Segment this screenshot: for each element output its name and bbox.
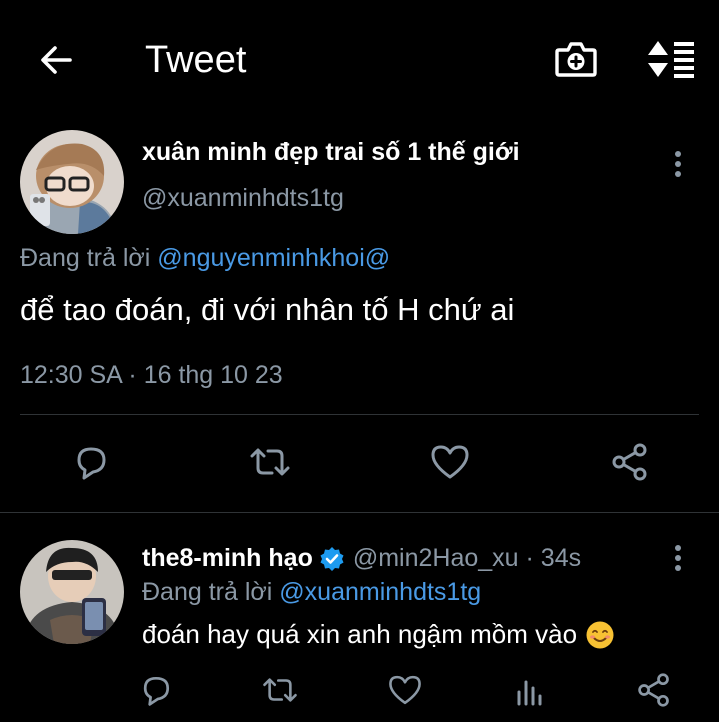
top-app-bar: Tweet (0, 0, 719, 118)
retweet-button[interactable] (248, 440, 292, 484)
like-button[interactable] (428, 440, 472, 484)
mention-link[interactable]: @nguyenminhkhoi@ (157, 244, 390, 272)
sort-button[interactable] (645, 37, 697, 81)
smiling-face-emoji-icon (585, 620, 615, 650)
avatar-photo-icon (20, 540, 124, 644)
share-icon (638, 673, 669, 707)
reply-button[interactable] (136, 670, 176, 710)
like-icon (431, 445, 469, 479)
author-name[interactable]: xuân minh đẹp trai số 1 thế giới (142, 138, 520, 167)
replying-to: Đang trả lời @nguyenminhkhoi@ (20, 244, 390, 273)
replying-prefix: Đang trả lời (20, 244, 151, 272)
more-vertical-icon (675, 545, 681, 571)
share-button[interactable] (634, 670, 674, 710)
replying-prefix: Đang trả lời (142, 578, 273, 606)
divider (20, 414, 699, 415)
author-name[interactable]: the8-minh hạo (142, 544, 313, 573)
mention-link[interactable]: @xuanminhdts1tg (279, 578, 481, 606)
tweet-timestamp[interactable]: 12:30 SA · 16 thg 10 23 (20, 361, 283, 390)
analytics-icon (517, 680, 542, 706)
retweet-icon (263, 678, 297, 702)
author-handle: @xuanminhdts1tg (142, 184, 344, 212)
divider (0, 512, 719, 513)
author-handle: @min2Hao_xu · 34s (352, 544, 582, 572)
like-icon (389, 675, 421, 705)
more-vertical-icon (675, 151, 681, 177)
sort-icon (648, 41, 694, 78)
more-options-button[interactable] (664, 144, 692, 184)
arrow-left-icon (41, 46, 72, 74)
back-button[interactable] (34, 38, 78, 82)
avatar-photo-icon (20, 130, 124, 234)
reply-header: the8-minh hạo @min2Hao_xu · 34s (142, 544, 581, 573)
tweet-text: để tao đoán, đi với nhân tố H chứ ai (20, 292, 515, 327)
camera-button[interactable] (553, 37, 599, 81)
verified-badge-icon (319, 546, 345, 572)
avatar[interactable] (20, 540, 124, 644)
replying-to: Đang trả lời @xuanminhdts1tg (142, 578, 481, 607)
more-options-button[interactable] (664, 538, 692, 578)
reply-button[interactable] (69, 440, 113, 484)
share-icon (612, 443, 647, 481)
reply-icon (77, 447, 106, 480)
page-title: Tweet (145, 39, 247, 81)
like-button[interactable] (385, 670, 425, 710)
retweet-icon (250, 448, 290, 476)
camera-add-icon (555, 42, 597, 77)
retweet-button[interactable] (260, 670, 300, 710)
reply-icon (143, 676, 170, 706)
analytics-button[interactable] (510, 670, 550, 710)
tweet-text: đoán hay quá xin anh ngậm mồm vào (142, 619, 615, 650)
share-button[interactable] (608, 440, 652, 484)
tweet-text-content: đoán hay quá xin anh ngậm mồm vào (142, 619, 578, 649)
avatar[interactable] (20, 130, 124, 234)
